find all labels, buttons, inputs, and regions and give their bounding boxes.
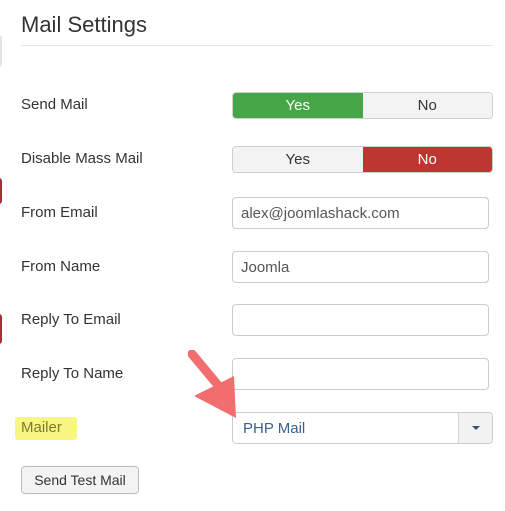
send-mail-toggle[interactable]: Yes No [232, 92, 493, 119]
send-mail-label: Send Mail [21, 96, 88, 113]
send-test-mail-button[interactable]: Send Test Mail [21, 466, 139, 494]
edge-decoration [0, 35, 2, 67]
send-mail-no-button[interactable]: No [362, 93, 492, 118]
edge-decoration [0, 314, 2, 344]
from-email-label: From Email [21, 204, 98, 221]
reply-to-name-input[interactable] [232, 358, 489, 390]
chevron-down-icon [471, 426, 480, 430]
reply-to-email-input[interactable] [232, 304, 489, 336]
edge-decoration [0, 178, 2, 204]
disable-mass-mail-yes-button[interactable]: Yes [233, 147, 363, 172]
section-title: Mail Settings [21, 12, 147, 37]
reply-to-name-label: Reply To Name [21, 365, 124, 382]
annotation-arrow-icon [188, 350, 236, 418]
mailer-dropdown-toggle[interactable] [458, 413, 492, 443]
reply-to-email-label: Reply To Email [21, 311, 121, 328]
from-email-input[interactable] [232, 197, 489, 229]
mailer-selected-value: PHP Mail [243, 419, 306, 437]
disable-mass-mail-toggle[interactable]: Yes No [232, 146, 493, 173]
mailer-select[interactable]: PHP Mail [232, 412, 493, 444]
from-name-input[interactable] [232, 251, 489, 283]
title-divider [21, 45, 493, 46]
send-mail-yes-button[interactable]: Yes [233, 93, 363, 118]
from-name-label: From Name [21, 258, 101, 275]
disable-mass-mail-label: Disable Mass Mail [21, 150, 143, 167]
disable-mass-mail-no-button[interactable]: No [362, 147, 492, 172]
mailer-label: Mailer [21, 419, 62, 436]
